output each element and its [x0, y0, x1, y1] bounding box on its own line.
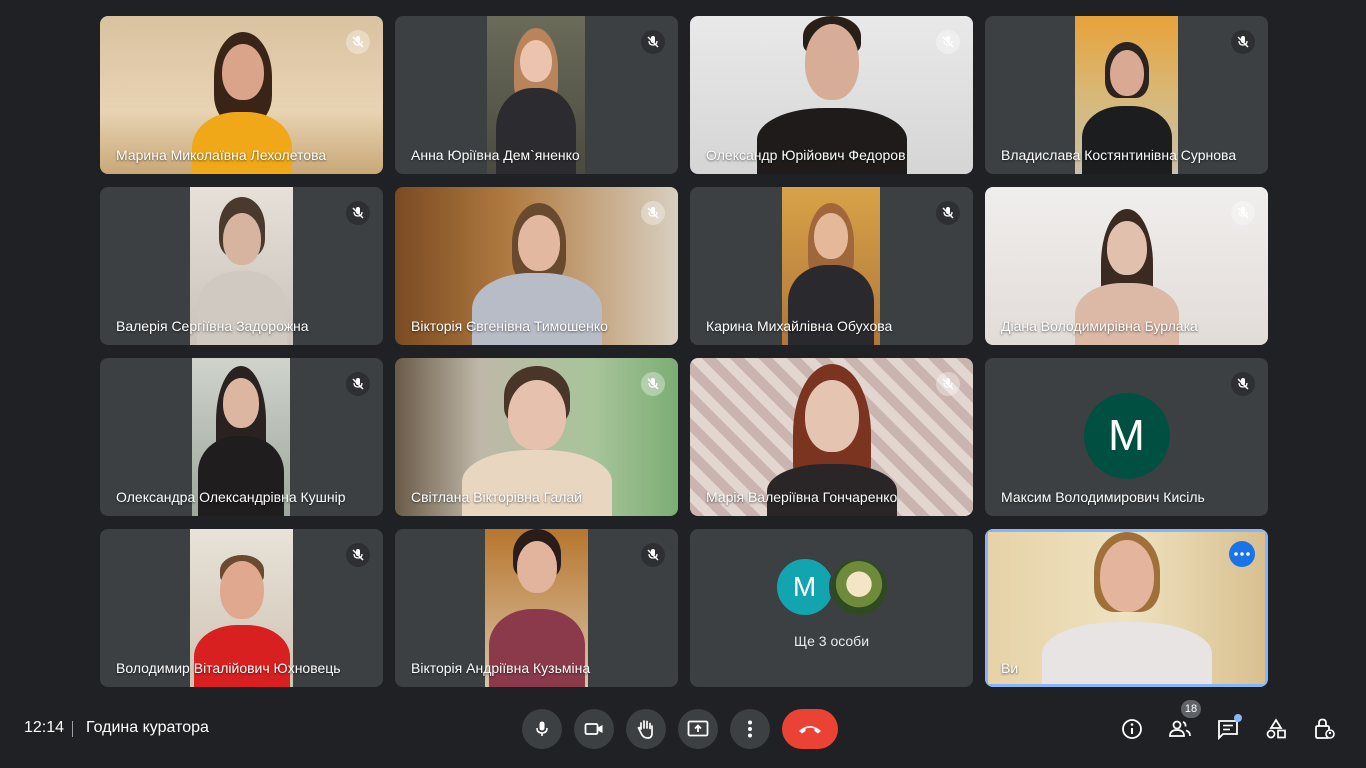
participant-name: Марина Миколаївна Лехолетова: [116, 147, 327, 163]
camera-button[interactable]: [574, 709, 614, 749]
mic-off-icon: [936, 372, 960, 396]
present-icon: [687, 720, 709, 737]
microphone-icon: [536, 721, 548, 736]
mic-off-icon: [936, 201, 960, 225]
meeting-details-button[interactable]: [1116, 713, 1148, 745]
participant-avatar: M: [1083, 393, 1170, 479]
participant-tile[interactable]: Олександра Олександрівна Кушнір: [100, 358, 383, 516]
meeting-title: Година куратора: [86, 719, 209, 736]
activities-icon: [1266, 718, 1286, 739]
activities-button[interactable]: [1260, 713, 1292, 745]
mic-off-icon: [346, 201, 370, 225]
more-vert-icon: [748, 720, 752, 738]
participant-tile[interactable]: Владислава Костянтинівна Сурнова: [985, 16, 1268, 174]
mic-off-icon: [641, 201, 665, 225]
participant-tile[interactable]: Марія Валеріївна Гончаренко: [690, 358, 973, 516]
chat-notification-dot: [1234, 714, 1242, 722]
mic-off-icon: [346, 372, 370, 396]
hang-up-icon: [799, 726, 821, 734]
bottom-bar: 12:14 Година куратора 18: [0, 700, 1366, 768]
self-name: Ви: [1001, 660, 1019, 676]
mic-off-icon: [641, 30, 665, 54]
raise-hand-button[interactable]: [626, 709, 666, 749]
mic-off-icon: [1231, 30, 1255, 54]
more-participants-tile[interactable]: M Ще 3 особи: [690, 529, 973, 687]
participant-tile[interactable]: Вікторія Євгенівна Тимошенко: [395, 187, 678, 345]
participant-name: Анна Юріївна Дем`яненко: [411, 147, 580, 163]
participant-tile[interactable]: Вікторія Андріївна Кузьміна: [395, 529, 678, 687]
lock-person-icon: [1315, 718, 1335, 739]
video-grid: Марина Миколаївна Лехолетова Анна Юріївн…: [100, 16, 1268, 688]
host-controls-button[interactable]: [1308, 713, 1340, 745]
divider: [72, 721, 73, 737]
participant-name: Марія Валеріївна Гончаренко: [706, 489, 898, 505]
camera-icon: [584, 723, 603, 735]
mic-off-icon: [641, 372, 665, 396]
participant-avatar-photo: [828, 557, 889, 617]
participant-name: Максим Володимирович Кисіль: [1001, 489, 1205, 505]
info-icon: [1122, 719, 1142, 739]
participant-name: Олександра Олександрівна Кушнір: [116, 489, 346, 505]
present-screen-button[interactable]: [678, 709, 718, 749]
participant-name: Карина Михайлівна Обухова: [706, 318, 893, 334]
mic-off-icon: [346, 30, 370, 54]
participant-avatar: M: [774, 557, 835, 617]
self-tile[interactable]: Ви: [985, 529, 1268, 687]
microphone-button[interactable]: [522, 709, 562, 749]
participant-tile[interactable]: Світлана Вікторівна Галай: [395, 358, 678, 516]
mic-off-icon: [641, 543, 665, 567]
participant-tile[interactable]: Володимир Віталійович Юхновець: [100, 529, 383, 687]
leave-call-button[interactable]: [782, 709, 838, 749]
mic-off-icon: [1231, 201, 1255, 225]
participant-name: Валерія Сергіївна Задорожна: [116, 318, 309, 334]
participant-tile[interactable]: Олександр Юрійович Федоров: [690, 16, 973, 174]
participant-count-badge: 18: [1181, 700, 1201, 718]
participant-name: Олександр Юрійович Федоров: [706, 147, 906, 163]
participant-tile[interactable]: Анна Юріївна Дем`яненко: [395, 16, 678, 174]
participant-tile[interactable]: Валерія Сергіївна Задорожна: [100, 187, 383, 345]
self-video: [988, 532, 1265, 684]
participant-name: Вікторія Андріївна Кузьміна: [411, 660, 591, 676]
participant-tile[interactable]: Марина Миколаївна Лехолетова: [100, 16, 383, 174]
more-options-button[interactable]: [730, 709, 770, 749]
participant-tile[interactable]: Карина Михайлівна Обухова: [690, 187, 973, 345]
people-icon: [1169, 720, 1191, 737]
participant-name: Вікторія Євгенівна Тимошенко: [411, 318, 608, 334]
participant-tile[interactable]: M Максим Володимирович Кисіль: [985, 358, 1268, 516]
participant-tile[interactable]: Діана Володимирівна Бурлака: [985, 187, 1268, 345]
participant-name: Владислава Костянтинівна Сурнова: [1001, 147, 1237, 163]
mic-off-icon: [1231, 372, 1255, 396]
mic-off-icon: [936, 30, 960, 54]
participant-name: Володимир Віталійович Юхновець: [116, 660, 341, 676]
clock: 12:14: [24, 719, 65, 736]
participant-name: Діана Володимирівна Бурлака: [1001, 318, 1198, 334]
hand-icon: [637, 720, 653, 739]
more-participants-label: Ще 3 особи: [793, 633, 870, 649]
more-options-icon[interactable]: [1229, 541, 1255, 567]
participant-name: Світлана Вікторівна Галай: [411, 489, 582, 505]
mic-off-icon: [346, 543, 370, 567]
